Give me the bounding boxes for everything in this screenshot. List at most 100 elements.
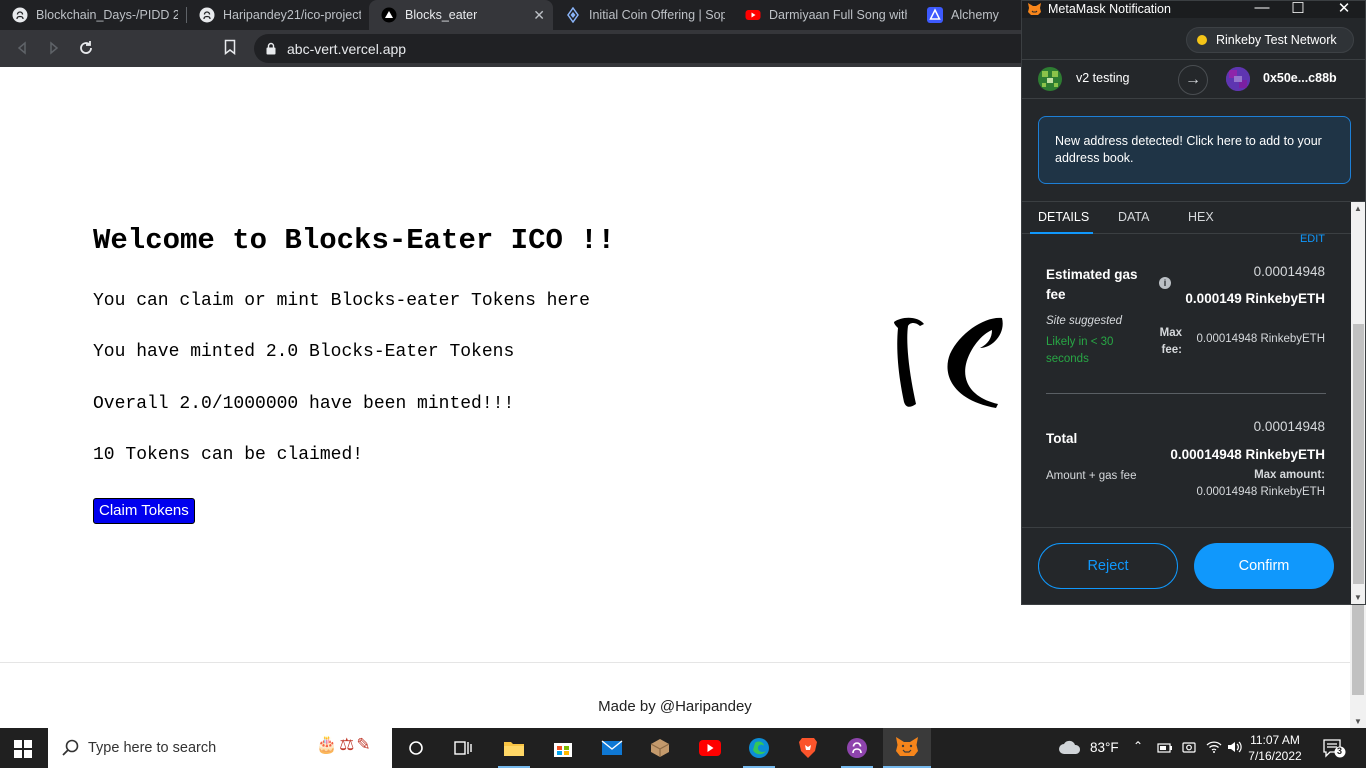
edge-icon[interactable]: [747, 736, 771, 760]
from-account-name[interactable]: v2 testing: [1076, 71, 1130, 85]
metamask-notification-window: MetaMask Notification — ☐ ✕ Rinkeby Test…: [1021, 0, 1366, 605]
url-text: abc-vert.vercel.app: [287, 41, 407, 57]
microsoft-store-icon[interactable]: [551, 736, 575, 760]
task-view-icon[interactable]: [451, 736, 475, 760]
reject-button[interactable]: Reject: [1038, 543, 1178, 589]
intro-text: You can claim or mint Blocks-eater Token…: [93, 291, 590, 311]
metamask-scrollbar[interactable]: ▲ ▼: [1351, 202, 1365, 604]
github-desktop-icon[interactable]: [845, 736, 869, 760]
camera-icon[interactable]: [1182, 740, 1196, 759]
file-explorer-icon[interactable]: [502, 736, 526, 760]
details-tabs: DETAILS DATA HEX: [1022, 201, 1365, 234]
amount-plus-gas-label: Amount + gas fee: [1046, 470, 1137, 482]
minted-count-text: You have minted 2.0 Blocks-Eater Tokens: [93, 342, 515, 362]
scroll-down-icon[interactable]: ▼: [1354, 717, 1362, 726]
maximize-icon[interactable]: ☐: [1288, 1, 1308, 17]
tab-darmiyaan[interactable]: Darmiyaan Full Song with Ly: [733, 0, 915, 30]
gas-fee-primary: 0.000149 RinkebyETH: [1185, 291, 1325, 306]
to-account-address[interactable]: 0x50e...c88b: [1263, 71, 1337, 85]
alchemy-icon: [927, 7, 943, 23]
youtube-icon: [745, 7, 761, 23]
mail-icon[interactable]: [600, 736, 624, 760]
close-window-icon[interactable]: ✕: [1334, 1, 1354, 17]
page-title: Welcome to Blocks-Eater ICO !!: [93, 224, 616, 257]
reload-icon[interactable]: [76, 38, 96, 58]
tab-hex[interactable]: HEX: [1188, 210, 1214, 224]
total-primary: 0.00014948 RinkebyETH: [1170, 447, 1325, 462]
site-suggested-label[interactable]: Site suggested: [1046, 315, 1122, 327]
info-icon[interactable]: i: [1159, 277, 1171, 289]
tab-details[interactable]: DETAILS: [1038, 210, 1089, 224]
clock-date: 7/16/2022: [1248, 749, 1302, 763]
confirm-button[interactable]: Confirm: [1194, 543, 1334, 589]
likely-time-text: Likely in < 30 seconds: [1046, 336, 1114, 365]
windows-start-icon[interactable]: [14, 740, 32, 763]
tab-label: Initial Coin Offering | Sophe: [589, 8, 725, 22]
minimize-icon[interactable]: —: [1252, 1, 1272, 16]
notification-center-icon[interactable]: 3: [1322, 738, 1346, 763]
network-selector[interactable]: Rinkeby Test Network: [1186, 27, 1354, 53]
tab-ico-project[interactable]: Haripandey21/ico-project: [187, 0, 369, 30]
system-clock[interactable]: 11:07 AM 7/16/2022: [1243, 732, 1307, 764]
youtube-icon[interactable]: [698, 736, 722, 760]
section-divider: [1046, 393, 1326, 394]
scroll-up-icon[interactable]: ▲: [1354, 204, 1362, 213]
active-tab-indicator: [1030, 232, 1093, 234]
scrollbar-thumb[interactable]: [1353, 324, 1364, 584]
ethereum-icon: [565, 7, 581, 23]
to-account-avatar: [1226, 67, 1250, 91]
tab-alchemy[interactable]: Alchemy: [915, 0, 1015, 30]
search-placeholder: Type here to search: [88, 740, 217, 756]
tab-blocks-eater[interactable]: Blocks_eater ✕: [369, 0, 553, 30]
metamask-fox-icon: [1027, 2, 1042, 21]
tab-label: Blockchain_Days-/PIDD 21.: [36, 8, 178, 22]
total-label: Total: [1046, 431, 1078, 446]
footer-divider: [0, 662, 1350, 663]
cortana-icon[interactable]: [404, 736, 428, 760]
ico-logo: [880, 312, 1010, 417]
lock-icon[interactable]: [266, 42, 276, 60]
battery-icon[interactable]: [1157, 741, 1173, 759]
taskbar-active-app[interactable]: [883, 728, 931, 768]
arrow-right-icon: →: [1178, 65, 1208, 95]
tab-initial-coin-offering[interactable]: Initial Coin Offering | Sophe: [553, 0, 733, 30]
footer-divider: [1022, 527, 1351, 528]
tab-data[interactable]: DATA: [1118, 210, 1149, 224]
estimated-gas-fee-label: Estimated gas fee: [1046, 267, 1138, 302]
volume-icon[interactable]: [1227, 740, 1243, 759]
metamask-title-bar: MetaMask Notification — ☐ ✕: [1022, 1, 1365, 21]
weather-cloud-icon[interactable]: [1058, 738, 1082, 761]
scroll-down-icon[interactable]: ▼: [1354, 593, 1362, 602]
forward-icon[interactable]: [44, 38, 64, 58]
edit-link[interactable]: EDIT: [1300, 233, 1325, 245]
window-title: MetaMask Notification: [1048, 2, 1171, 16]
notification-count: 3: [1337, 746, 1343, 756]
tab-label: Darmiyaan Full Song with Ly: [769, 8, 907, 22]
search-icon: [62, 739, 80, 762]
address-bar[interactable]: abc-vert.vercel.app: [254, 34, 1034, 63]
network-name: Rinkeby Test Network: [1216, 33, 1337, 47]
max-amount-value: 0.00014948 RinkebyETH: [1196, 486, 1326, 498]
metamask-fox-icon: [895, 736, 919, 763]
taskbar-search[interactable]: Type here to search 🎂⚖✎: [48, 728, 392, 768]
footer-credit: Made by @Haripandey: [598, 698, 752, 715]
tab-label: Alchemy: [951, 8, 999, 22]
brave-icon[interactable]: [796, 736, 820, 760]
new-address-notice[interactable]: New address detected! Click here to add …: [1038, 116, 1351, 184]
chevron-up-icon[interactable]: ⌃: [1133, 739, 1143, 753]
wifi-icon[interactable]: [1206, 740, 1222, 759]
box-app-icon[interactable]: [648, 736, 672, 760]
back-icon[interactable]: [12, 38, 32, 58]
github-icon: [199, 7, 215, 23]
tab-blockchain-days[interactable]: Blockchain_Days-/PIDD 21.: [0, 0, 186, 30]
from-account-avatar: [1038, 67, 1062, 91]
tab-label: Haripandey21/ico-project: [223, 8, 361, 22]
max-fee-value: 0.00014948 RinkebyETH: [1196, 333, 1326, 345]
weather-temperature[interactable]: 83°F: [1090, 740, 1119, 755]
gas-fee-secondary: 0.00014948: [1253, 264, 1325, 279]
claim-tokens-button[interactable]: Claim Tokens: [93, 498, 195, 524]
close-tab-icon[interactable]: ✕: [533, 7, 545, 24]
sender-recipient-row: v2 testing → 0x50e...c88b: [1022, 59, 1365, 99]
bookmark-icon[interactable]: [224, 39, 236, 60]
overall-minted-text: Overall 2.0/1000000 have been minted!!!: [93, 394, 515, 414]
